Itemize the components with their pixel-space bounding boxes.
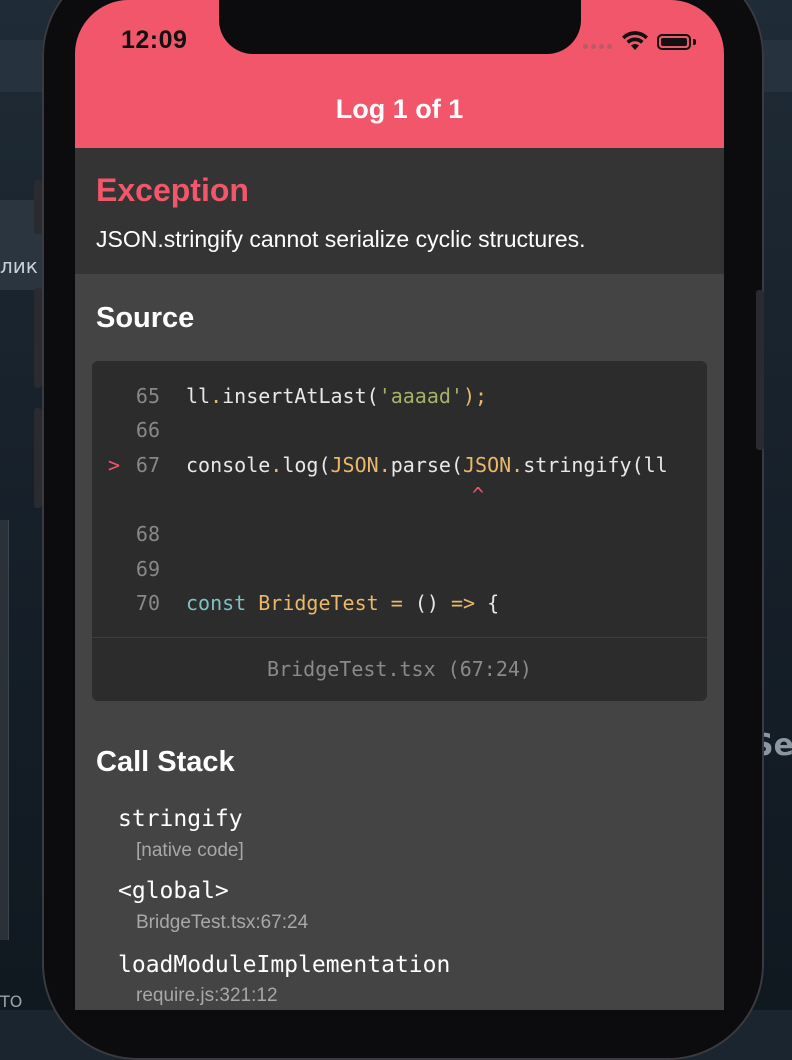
source-file-location[interactable]: BridgeTest.tsx (67:24) [92,657,707,681]
line-number: 68 [135,522,160,546]
line-number: 67 [135,453,160,477]
status-time: 12:09 [121,26,188,54]
source-heading: Source [96,302,195,334]
desktop-window-edge [0,520,9,940]
line-number: 70 [135,591,160,615]
code-line: 69 [92,557,707,587]
line-number: 66 [135,418,160,442]
phone-notch [219,0,581,54]
cellular-signal-icon [583,44,612,49]
code-line: 65 ll.insertAtLast('aaaad'); [92,384,707,414]
stack-frame-location: BridgeTest.tsx:67:24 [136,912,309,933]
stack-frame-function: <global> [118,878,229,904]
phone-screen: 12:09 Log 1 of 1 Exception JSON.stringif… [75,0,724,1010]
exception-label: Exception [96,172,249,208]
desktop-text-left: лик [0,254,38,278]
exception-panel: Exception JSON.stringify cannot serializ… [75,148,724,274]
code-text: const BridgeTest = () => { [186,591,500,615]
source-code-frame[interactable]: 65 ll.insertAtLast('aaaad'); 66 > 67 con… [92,361,707,701]
wifi-icon [621,30,649,57]
mute-switch[interactable] [34,408,42,508]
exception-message: JSON.stringify cannot serialize cyclic s… [96,226,586,252]
code-text: ll.insertAtLast('aaaad'); [186,384,488,408]
battery-tip [693,39,696,45]
volume-down-button[interactable] [34,288,42,388]
call-stack-heading: Call Stack [96,746,235,778]
power-button[interactable] [756,290,764,450]
stack-frame-location: require.js:321:12 [136,985,278,1006]
desktop-text-bottom: ТО [0,992,23,1011]
code-divider [92,637,707,638]
code-line: 68 [92,522,707,552]
page-title: Log 1 of 1 [335,94,464,124]
line-number: 69 [135,557,160,581]
line-number: 65 [135,384,160,408]
code-line: 66 [92,418,707,448]
code-line-highlighted: > 67 console.log(JSON.parse(JSON.stringi… [92,453,707,483]
stack-frame-function: loadModuleImplementation [118,952,451,978]
stack-frame-location: [native code] [136,840,244,861]
volume-up-button[interactable] [34,180,42,234]
code-line: 70 const BridgeTest = () => { [92,591,707,621]
stack-frame-function: stringify [118,806,243,832]
battery-icon [657,34,691,50]
log-header: 12:09 Log 1 of 1 [75,0,724,148]
error-caret: ^ [472,483,485,507]
code-text: console.log(JSON.parse(JSON.stringify(ll [186,453,668,477]
